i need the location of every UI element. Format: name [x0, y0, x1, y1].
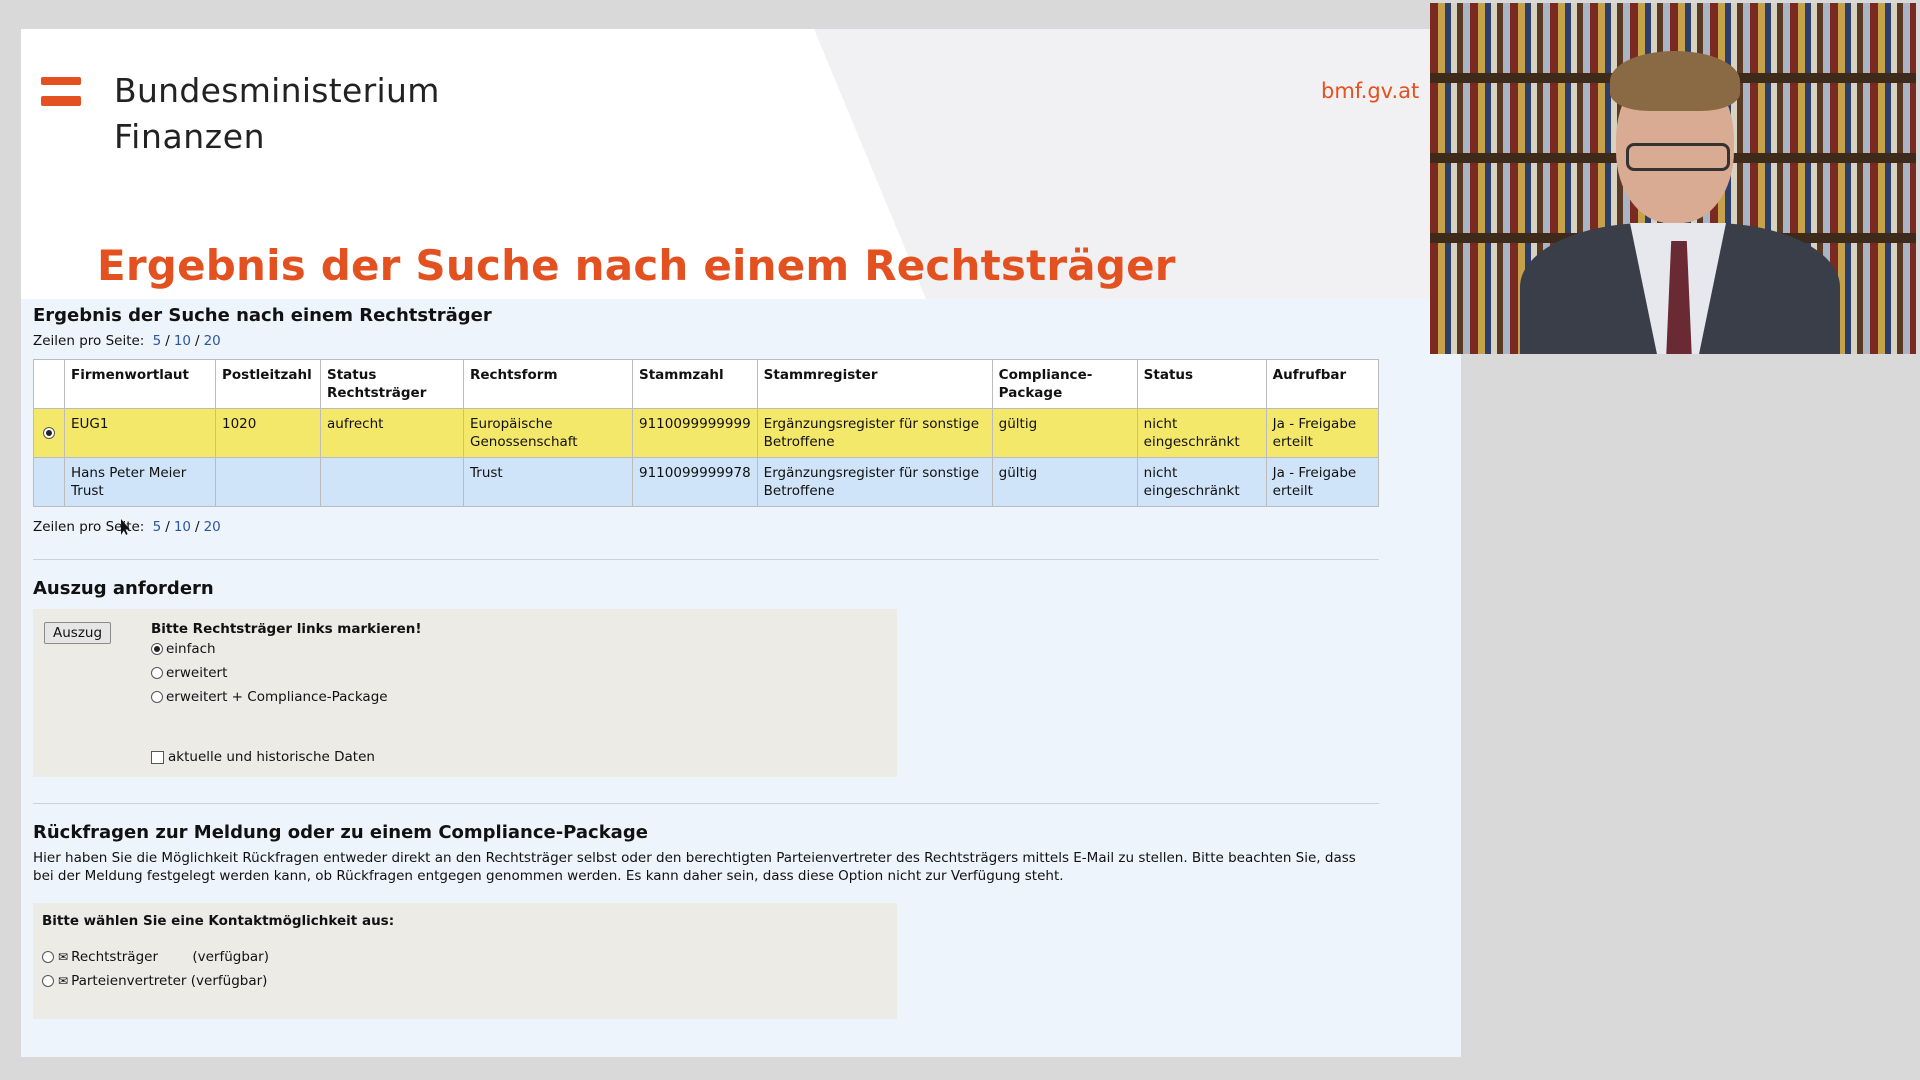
extract-radio-erweitert-compliance[interactable]	[151, 691, 163, 703]
extract-radio-einfach[interactable]	[151, 643, 163, 655]
contact-option-rechtstraeger[interactable]: ✉ Rechtsträger (verfügbar)	[42, 947, 888, 971]
cell-stammzahl: 9110099999999	[632, 408, 758, 458]
pager-option-5[interactable]: 5	[153, 333, 162, 349]
column-header-select	[33, 359, 65, 409]
contact-radio-parteienvertreter[interactable]	[42, 975, 54, 987]
extract-options: Bitte Rechtsträger links markieren! einf…	[151, 621, 422, 769]
cell-status-rechtstraeger	[320, 457, 464, 507]
logo-text-line1: Bundesministerium	[114, 71, 440, 110]
history-data-option[interactable]: aktuelle und historische Daten	[151, 747, 422, 769]
column-header-compliance-package: Compliance-Package	[991, 359, 1138, 409]
contact-description: Hier haben Sie die Möglichkeit Rückfrage…	[33, 850, 1356, 884]
column-header-postleitzahl: Postleitzahl	[215, 359, 321, 409]
pager-bottom: Zeilen pro Seite: 5/10/20	[33, 519, 221, 535]
column-header-stammzahl: Stammzahl	[632, 359, 758, 409]
column-header-aufrufbar: Aufrufbar	[1265, 359, 1380, 409]
cell-compliance: gültig	[991, 408, 1138, 458]
column-header-stammregister: Stammregister	[756, 359, 993, 409]
extract-option-erweitert-compliance[interactable]: erweitert + Compliance-Package	[151, 687, 422, 711]
contact-radio-rechtstraeger[interactable]	[42, 951, 54, 963]
column-header-firmenwortlaut: Firmenwortlaut	[64, 359, 216, 409]
column-header-rechtsform: Rechtsform	[463, 359, 633, 409]
section-divider	[33, 803, 1379, 804]
row-select-cell[interactable]	[33, 408, 65, 458]
contact-panel: Bitte wählen Sie eine Kontaktmöglichkeit…	[33, 903, 897, 1019]
austrian-flag-logo-icon	[41, 77, 81, 107]
cell-aufrufbar: Ja - Freigabe erteilt	[1265, 457, 1380, 507]
extract-radio-erweitert[interactable]	[151, 667, 163, 679]
envelope-icon: ✉	[58, 974, 69, 988]
cell-stammregister: Ergänzungsregister für sonstige Betroffe…	[756, 457, 993, 507]
slide-title: Ergebnis der Suche nach einem Rechtsträg…	[97, 241, 1176, 290]
row-select-cell[interactable]	[33, 457, 65, 507]
pager-option-10[interactable]: 10	[174, 333, 191, 349]
row-select-radio[interactable]	[43, 427, 55, 439]
results-heading: Ergebnis der Suche nach einem Rechtsträg…	[33, 305, 492, 326]
history-data-checkbox[interactable]	[151, 750, 164, 764]
pager-top: Zeilen pro Seite: 5/10/20	[33, 333, 221, 349]
table-header-row: Firmenwortlaut Postleitzahl Status Recht…	[33, 359, 1380, 409]
site-url: bmf.gv.at	[1321, 79, 1420, 103]
cell-status: nicht eingeschränkt	[1136, 457, 1267, 507]
cell-firmenwortlaut: EUG1	[64, 408, 216, 458]
cell-postleitzahl	[215, 457, 321, 507]
cell-compliance: gültig	[991, 457, 1138, 507]
auszug-button[interactable]: Auszug	[44, 622, 112, 644]
extract-panel: Auszug Bitte Rechtsträger links markiere…	[33, 609, 897, 777]
extract-hint: Bitte Rechtsträger links markieren!	[151, 621, 422, 637]
table-row[interactable]: EUG1 1020 aufrecht Europäische Genossens…	[33, 408, 1380, 458]
pager-option-10[interactable]: 10	[174, 519, 191, 535]
cell-stammregister: Ergänzungsregister für sonstige Betroffe…	[756, 408, 993, 458]
column-header-status: Status	[1136, 359, 1267, 409]
cell-status-rechtstraeger: aufrecht	[320, 408, 464, 458]
logo-text-line2: Finanzen	[114, 117, 266, 156]
envelope-icon: ✉	[58, 950, 69, 964]
presenter-glasses	[1626, 143, 1730, 171]
pager-label: Zeilen pro Seite:	[33, 333, 145, 349]
column-header-status-rechtstraeger: Status Rechtsträger	[320, 359, 464, 409]
presentation-slide: Bundesministerium Finanzen bmf.gv.at Erg…	[21, 29, 1461, 1057]
pager-option-5[interactable]: 5	[153, 519, 162, 535]
cell-firmenwortlaut: Hans Peter Meier Trust	[64, 457, 216, 507]
cell-stammzahl: 9110099999978	[632, 457, 758, 507]
webcam-video	[1430, 3, 1916, 354]
web-content: Ergebnis der Suche nach einem Rechtsträg…	[33, 305, 1380, 1019]
results-table: Firmenwortlaut Postleitzahl Status Recht…	[33, 359, 1380, 507]
extract-option-erweitert[interactable]: erweitert	[151, 663, 422, 687]
pager-option-20[interactable]: 20	[204, 519, 221, 535]
presenter-hair	[1610, 51, 1740, 111]
cell-aufrufbar: Ja - Freigabe erteilt	[1265, 408, 1380, 458]
extract-option-einfach[interactable]: einfach	[151, 639, 422, 663]
section-divider	[33, 559, 1379, 560]
contact-option-parteienvertreter[interactable]: ✉ Parteienvertreter (verfügbar)	[42, 971, 888, 995]
pager-option-20[interactable]: 20	[204, 333, 221, 349]
cell-status: nicht eingeschränkt	[1136, 408, 1267, 458]
contact-heading: Rückfragen zur Meldung oder zu einem Com…	[33, 822, 648, 843]
cell-rechtsform: Trust	[463, 457, 633, 507]
cell-rechtsform: Europäische Genossenschaft	[463, 408, 633, 458]
table-row[interactable]: Hans Peter Meier Trust Trust 91100999999…	[33, 457, 1380, 507]
cell-postleitzahl: 1020	[215, 408, 321, 458]
contact-hint: Bitte wählen Sie eine Kontaktmöglichkeit…	[42, 913, 395, 929]
extract-heading: Auszug anfordern	[33, 578, 214, 599]
